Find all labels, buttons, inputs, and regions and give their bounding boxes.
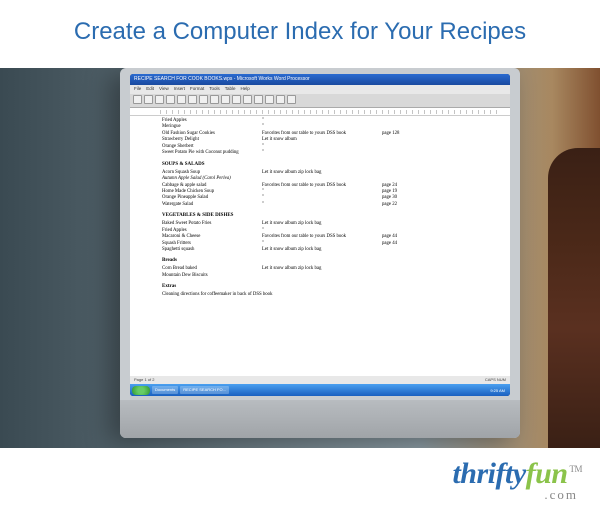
window-titlebar: RECIPE SEARCH FOR COOK BOOKS.wps - Micro…: [130, 74, 510, 85]
recipe-name: Watergate Salad: [162, 202, 262, 208]
recipe-name: Mountain Dew Biscuits: [162, 273, 262, 279]
toolbar-button[interactable]: [188, 95, 197, 104]
recipe-row: Spaghetti squashLet it snow album zip lo…: [162, 247, 482, 253]
menu-file[interactable]: File: [134, 86, 141, 93]
desk-object: [548, 148, 600, 448]
crt-monitor: RECIPE SEARCH FOR COOK BOOKS.wps - Micro…: [120, 68, 520, 438]
thriftyfun-logo[interactable]: thriftyfunTM .com: [452, 457, 582, 503]
monitor-bezel: [120, 400, 520, 438]
toolbar-button[interactable]: [232, 95, 241, 104]
logo-word-fun: fun: [526, 457, 568, 490]
menu-edit[interactable]: Edit: [146, 86, 154, 93]
recipe-page: page 22: [382, 202, 422, 208]
toolbar-button[interactable]: [210, 95, 219, 104]
screen: RECIPE SEARCH FOR COOK BOOKS.wps - Micro…: [130, 74, 510, 396]
recipe-source: Let it snow album zip lock bag: [262, 247, 382, 253]
menu-table[interactable]: Table: [225, 86, 236, 93]
section-heading: VEGETABLES & SIDE DISHES: [162, 213, 482, 220]
toolbar-button[interactable]: [133, 95, 142, 104]
recipe-row: Sweet Potato Pie with Coconut pudding": [162, 150, 482, 156]
toolbar-button[interactable]: [144, 95, 153, 104]
recipe-source: [262, 292, 382, 298]
menu-view[interactable]: View: [159, 86, 169, 93]
photo-frame: RECIPE SEARCH FOR COOK BOOKS.wps - Micro…: [0, 68, 600, 448]
toolbar-button[interactable]: [254, 95, 263, 104]
status-page: Page 1 of 2: [134, 377, 154, 383]
menu-help[interactable]: Help: [241, 86, 250, 93]
status-caps: CAPS NUM: [485, 377, 506, 383]
document-area[interactable]: Fried Apples"Meringue"Old Fashion Sugar …: [130, 116, 510, 376]
recipe-row: Watergate Salad"page 22: [162, 202, 482, 208]
recipe-source: ": [262, 150, 382, 156]
recipe-page: [382, 273, 422, 279]
recipe-row: Cleaning directions for coffeemaker in b…: [162, 292, 482, 298]
menu-bar[interactable]: File Edit View Insert Format Tools Table…: [130, 85, 510, 94]
section-heading: Breads: [162, 258, 482, 265]
recipe-page: [382, 247, 422, 253]
recipe-source: ": [262, 202, 382, 208]
toolbar-button[interactable]: [243, 95, 252, 104]
start-button[interactable]: [132, 386, 150, 395]
taskbar-item-app[interactable]: RECIPE SEARCH FO...: [180, 386, 229, 394]
toolbar-button[interactable]: [177, 95, 186, 104]
toolbar-button[interactable]: [276, 95, 285, 104]
taskbar-item-documents[interactable]: Documents: [152, 386, 178, 394]
toolbar-button[interactable]: [265, 95, 274, 104]
toolbar-button[interactable]: [199, 95, 208, 104]
recipe-row: Mountain Dew Biscuits: [162, 273, 482, 279]
menu-format[interactable]: Format: [190, 86, 204, 93]
recipe-name: Spaghetti squash: [162, 247, 262, 253]
windows-taskbar[interactable]: Documents RECIPE SEARCH FO... 9:25 AM: [130, 384, 510, 396]
ruler: [130, 108, 510, 116]
recipe-name: Cleaning directions for coffeemaker in b…: [162, 292, 262, 298]
toolbar-button[interactable]: [287, 95, 296, 104]
recipe-page: [382, 150, 422, 156]
system-tray-clock[interactable]: 9:25 AM: [490, 388, 508, 393]
toolbar-button[interactable]: [155, 95, 164, 104]
section-heading: SOUPS & SALADS: [162, 162, 482, 169]
menu-insert[interactable]: Insert: [174, 86, 185, 93]
toolbar-button[interactable]: [166, 95, 175, 104]
logo-trademark: TM: [570, 464, 583, 474]
section-heading: Extras: [162, 284, 482, 291]
page-title: Create a Computer Index for Your Recipes: [0, 0, 600, 68]
toolbar: [130, 94, 510, 108]
toolbar-button[interactable]: [221, 95, 230, 104]
menu-tools[interactable]: Tools: [209, 86, 220, 93]
logo-word-thrifty: thrifty: [452, 457, 525, 490]
recipe-page: [382, 292, 422, 298]
recipe-name: Sweet Potato Pie with Coconut pudding: [162, 150, 262, 156]
status-bar: Page 1 of 2 CAPS NUM: [130, 376, 510, 384]
recipe-source: [262, 273, 382, 279]
